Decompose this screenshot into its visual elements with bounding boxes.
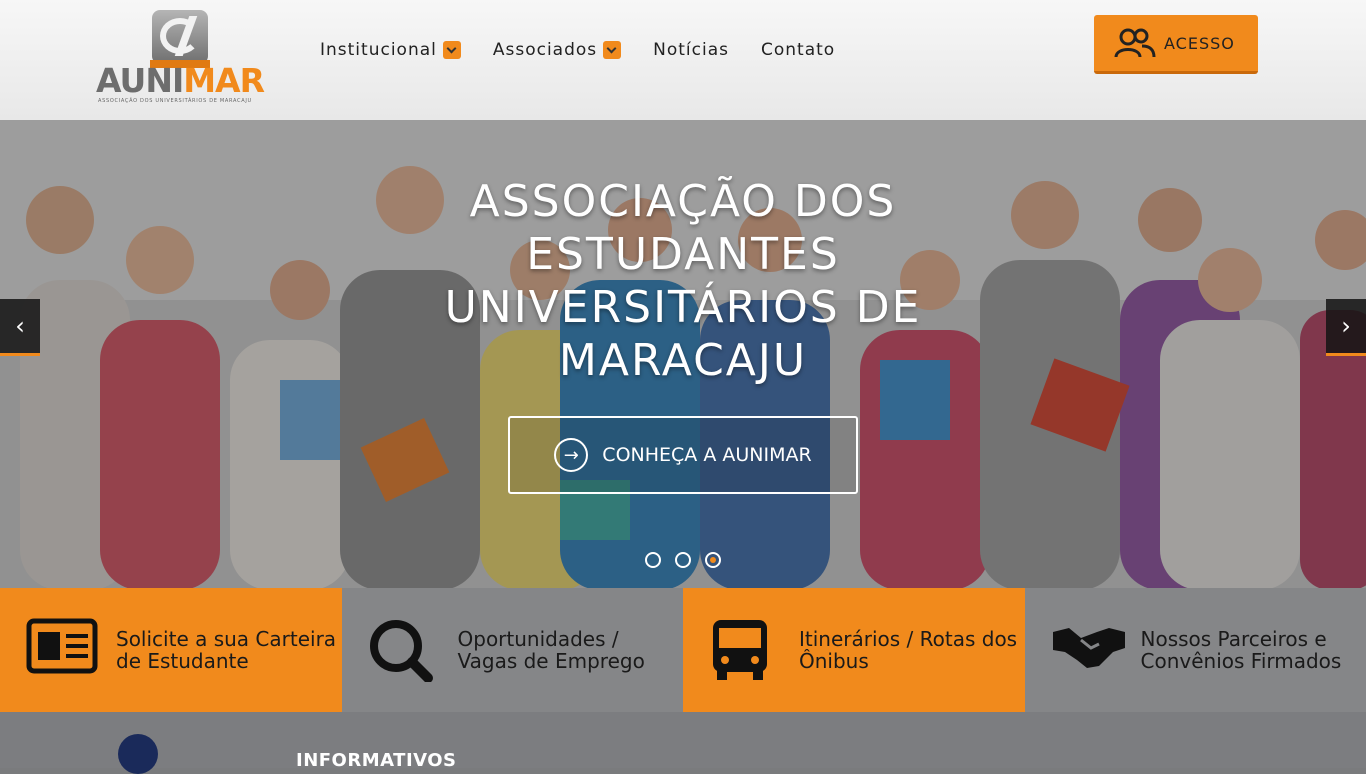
tile-itinerarios-onibus[interactable]: Itinerários / Rotas dos Ônibus	[683, 588, 1025, 712]
nav-item-noticias[interactable]: Notícias	[653, 40, 729, 60]
logo-tagline: ASSOCIAÇÃO DOS UNIVERSITÁRIOS DE MARACAJ…	[98, 98, 252, 104]
tile-label: Oportunidades / Vagas de Emprego	[458, 628, 684, 672]
tile-carteira-estudante[interactable]: Solicite a sua Carteira de Estudante	[0, 588, 342, 712]
nav-item-label: Institucional	[320, 40, 437, 60]
main-nav: Institucional Associados Notícias Contat…	[320, 38, 867, 62]
bus-icon	[709, 618, 785, 682]
slider-dot-3[interactable]	[705, 552, 721, 568]
logo-text-part1: AUNI	[96, 61, 183, 100]
feature-tiles: Solicite a sua Carteira de Estudante Opo…	[0, 588, 1366, 712]
nav-item-label: Contato	[761, 40, 835, 60]
tile-label: Itinerários / Rotas dos Ônibus	[799, 628, 1025, 672]
tile-label: Nossos Parceiros e Convênios Firmados	[1141, 628, 1366, 672]
slider-dot-2[interactable]	[675, 552, 691, 568]
chevron-down-icon	[443, 41, 461, 59]
tile-label: Solicite a sua Carteira de Estudante	[116, 628, 342, 672]
chevron-right-icon: ›	[1341, 312, 1351, 340]
slider-prev-button[interactable]: ‹	[0, 299, 40, 356]
logo-text-part2: MAR	[183, 61, 264, 100]
logo-mark	[152, 10, 208, 64]
id-card-icon	[26, 618, 102, 682]
users-icon	[1114, 27, 1156, 59]
nav-item-label: Associados	[493, 40, 597, 60]
tile-vagas-emprego[interactable]: Oportunidades / Vagas de Emprego	[342, 588, 684, 712]
handshake-icon	[1051, 618, 1127, 682]
hero-cta-button[interactable]: → CONHEÇA A AUNIMAR	[508, 416, 858, 494]
slider-pagination	[645, 552, 735, 568]
slider-next-button[interactable]: ›	[1326, 299, 1366, 356]
site-header: AUNIMAR ASSOCIAÇÃO DOS UNIVERSITÁRIOS DE…	[0, 0, 1366, 120]
hero-slider: ASSOCIAÇÃO DOS ESTUDANTES UNIVERSITÁRIOS…	[0, 120, 1366, 588]
acesso-button[interactable]: ACESSO	[1094, 15, 1258, 74]
informativos-section: INFORMATIVOS	[0, 712, 1366, 768]
tile-parceiros-convenios[interactable]: Nossos Parceiros e Convênios Firmados	[1025, 588, 1366, 712]
nav-item-institucional[interactable]: Institucional	[320, 40, 461, 60]
aunimar-logo[interactable]: AUNIMAR ASSOCIAÇÃO DOS UNIVERSITÁRIOS DE…	[96, 8, 268, 108]
nav-item-label: Notícias	[653, 40, 729, 60]
hero-cta-label: CONHEÇA A AUNIMAR	[602, 444, 811, 466]
acesso-label: ACESSO	[1164, 34, 1235, 53]
nav-item-contato[interactable]: Contato	[761, 40, 835, 60]
chevron-left-icon: ‹	[15, 312, 25, 340]
slider-dot-1[interactable]	[645, 552, 661, 568]
microphone-image	[118, 734, 158, 774]
logo-text: AUNIMAR	[96, 64, 264, 98]
nav-item-associados[interactable]: Associados	[493, 40, 621, 60]
search-icon	[368, 618, 444, 682]
chevron-down-icon	[603, 41, 621, 59]
arrow-right-circle-icon: →	[554, 438, 588, 472]
hero-title: ASSOCIAÇÃO DOS ESTUDANTES UNIVERSITÁRIOS…	[333, 175, 1033, 387]
